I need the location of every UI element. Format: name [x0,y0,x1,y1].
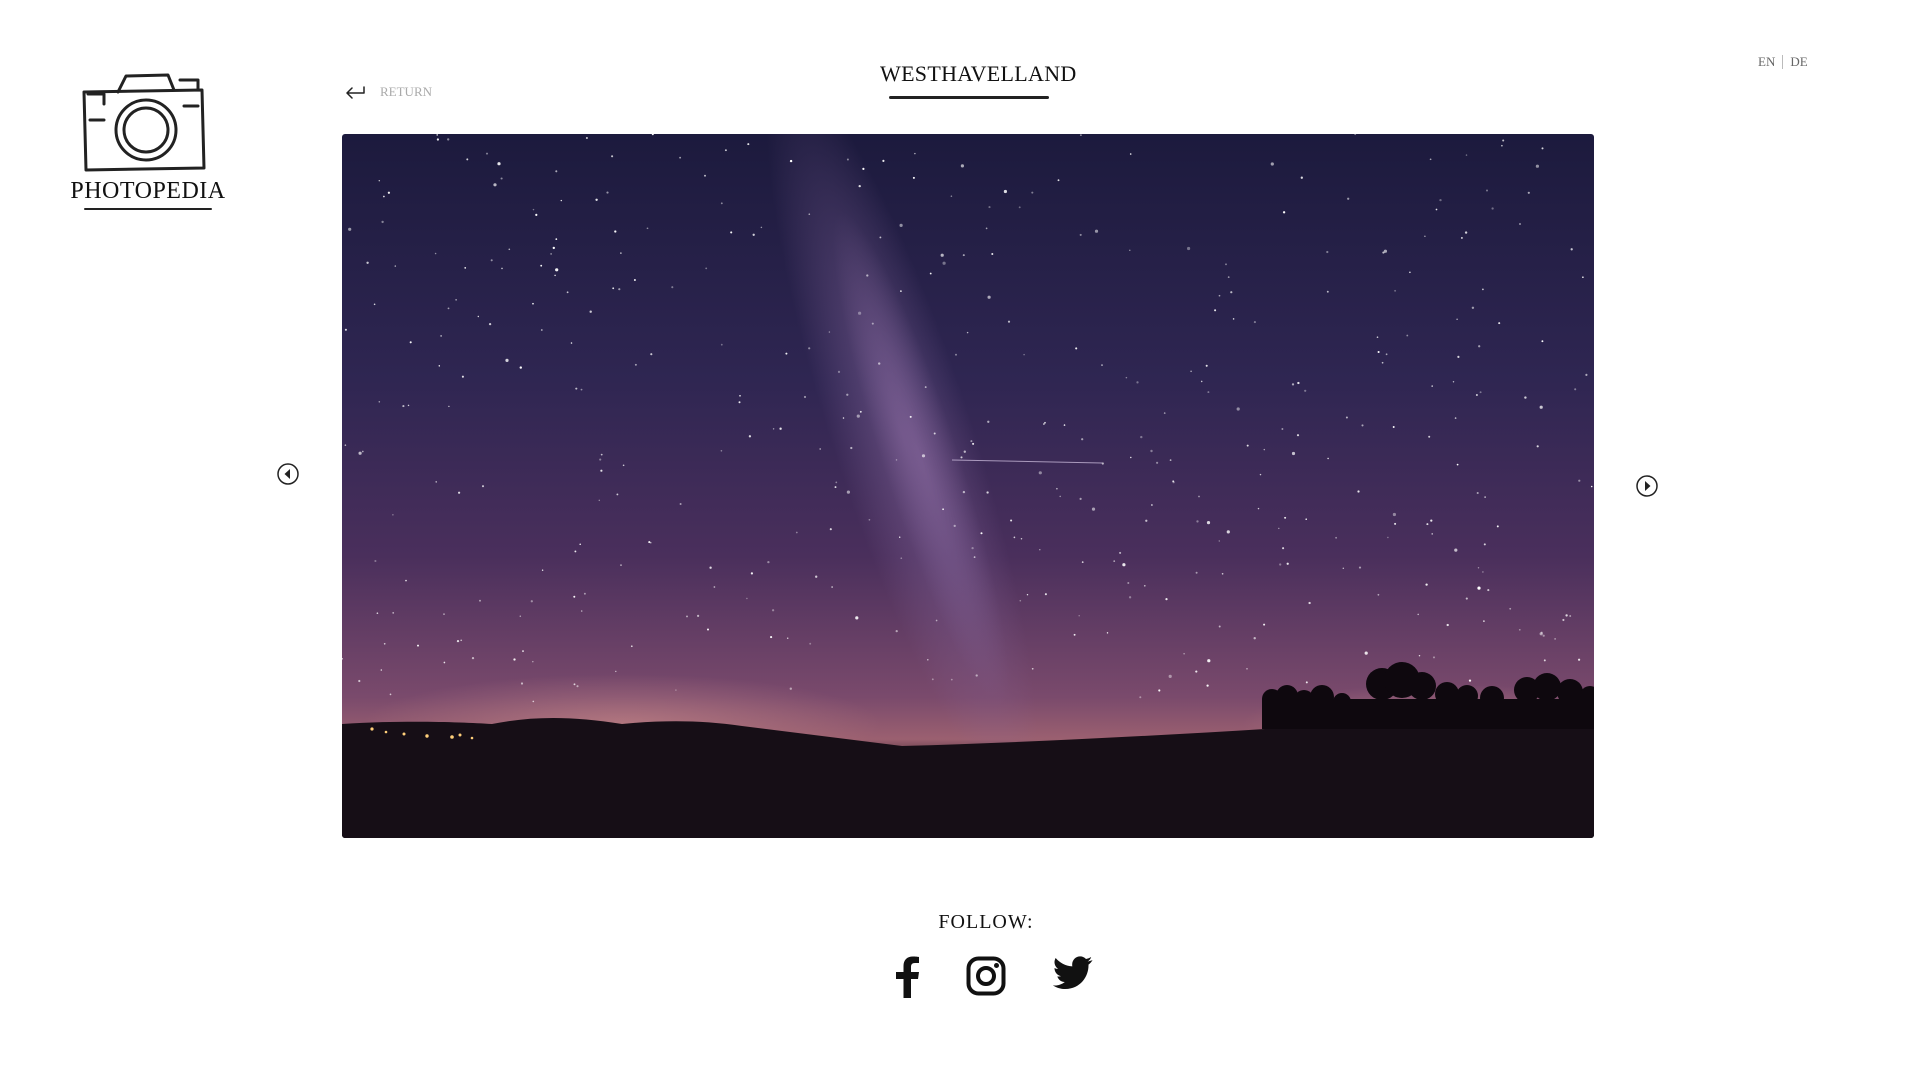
twitter-link[interactable] [1052,956,1093,995]
previous-photo-button[interactable] [276,462,300,491]
language-option-en[interactable]: EN [1758,54,1775,70]
gallery-photo[interactable] [342,134,1594,838]
facebook-icon [896,956,919,998]
brand-underline [84,208,212,210]
album-title-underline [889,96,1049,99]
return-link[interactable]: RETURN [344,84,432,100]
album-title: WESTHAVELLAND [880,61,1077,86]
twitter-icon [1052,956,1093,989]
return-label: RETURN [380,84,432,99]
instagram-link[interactable] [966,956,1006,1001]
chevron-left-circle-icon [277,463,299,485]
language-separator [1782,55,1784,69]
camera-icon [82,73,206,172]
home-logo-link[interactable]: PHOTOPEDIA [68,70,228,220]
follow-label: FOLLOW: [938,911,1034,933]
instagram-icon [966,956,1006,996]
next-photo-button[interactable] [1635,474,1659,503]
return-arrow-icon [346,86,365,99]
language-option-de[interactable]: DE [1790,54,1807,70]
milky-way-night-sky-photo [342,134,1594,838]
facebook-link[interactable] [893,956,921,1003]
language-switcher: EN DE [1758,54,1808,70]
chevron-right-circle-icon [1636,475,1658,497]
brand-name: PHOTOPEDIA [70,178,226,204]
